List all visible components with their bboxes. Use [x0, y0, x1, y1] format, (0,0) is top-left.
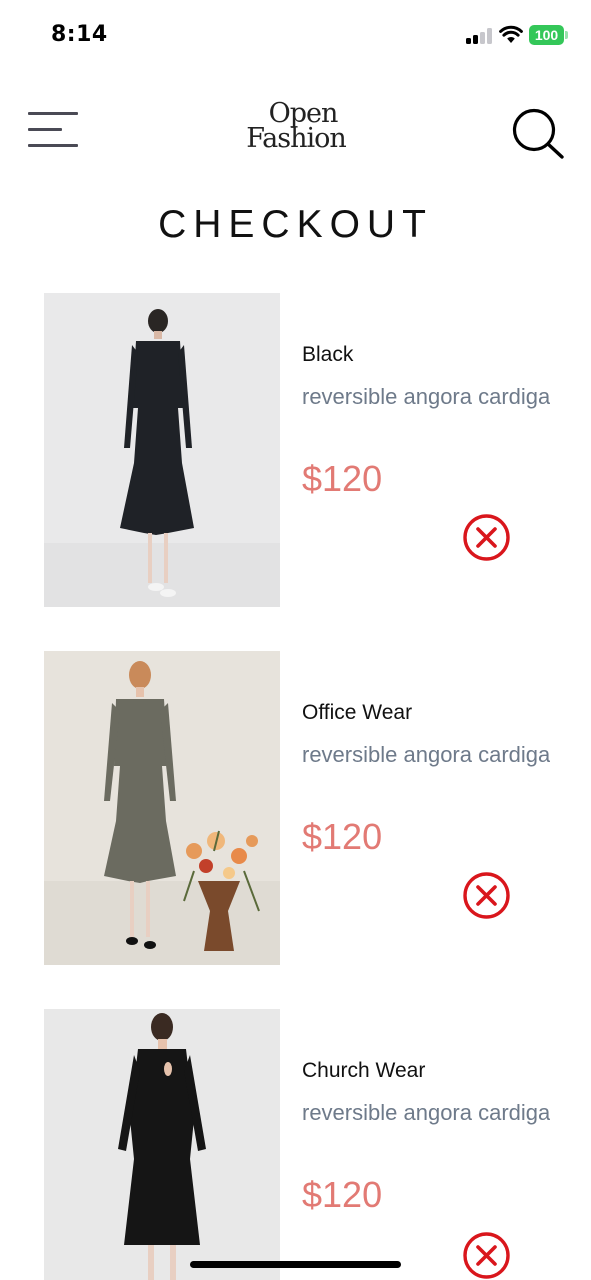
- item-description: reversible angora cardigan: [302, 1100, 550, 1125]
- item-price: $120: [302, 458, 383, 499]
- cart-item: Black reversible angora cardigan $120: [0, 293, 591, 613]
- signal-icon: [466, 28, 492, 44]
- black-church-dress-photo: [44, 1009, 280, 1280]
- item-name: Office Wear: [302, 701, 413, 724]
- item-description: reversible angora cardigan: [302, 384, 550, 409]
- cart-item: Office Wear reversible angora cardigan $…: [0, 651, 591, 971]
- battery-icon: 100: [529, 25, 564, 45]
- home-indicator[interactable]: [190, 1261, 401, 1268]
- product-image[interactable]: [44, 1009, 280, 1280]
- search-icon[interactable]: [510, 106, 566, 162]
- item-name: Church Wear: [302, 1059, 426, 1082]
- grey-office-dress-photo: [44, 651, 280, 965]
- brand-logo[interactable]: Open Fashion: [226, 100, 366, 162]
- item-name: Black: [302, 343, 354, 366]
- logo-line-2: Fashion: [246, 123, 347, 154]
- status-time: 8:14: [51, 22, 108, 47]
- product-image[interactable]: [44, 293, 280, 607]
- status-bar: 8:14 100: [0, 0, 591, 72]
- wifi-icon: [499, 25, 523, 43]
- battery-nub: [565, 31, 568, 39]
- page-title: CHECKOUT: [158, 203, 433, 246]
- item-price: $120: [302, 816, 383, 857]
- item-price: $120: [302, 1174, 383, 1215]
- remove-circle-x-icon[interactable]: [462, 513, 511, 562]
- remove-circle-x-icon[interactable]: [462, 1231, 511, 1280]
- black-collared-dress-photo: [44, 293, 280, 607]
- item-description: reversible angora cardigan: [302, 742, 550, 767]
- menu-icon[interactable]: [28, 110, 80, 150]
- remove-circle-x-icon[interactable]: [462, 871, 511, 920]
- product-image[interactable]: [44, 651, 280, 965]
- cart-item: Church Wear reversible angora cardigan $…: [0, 1009, 591, 1280]
